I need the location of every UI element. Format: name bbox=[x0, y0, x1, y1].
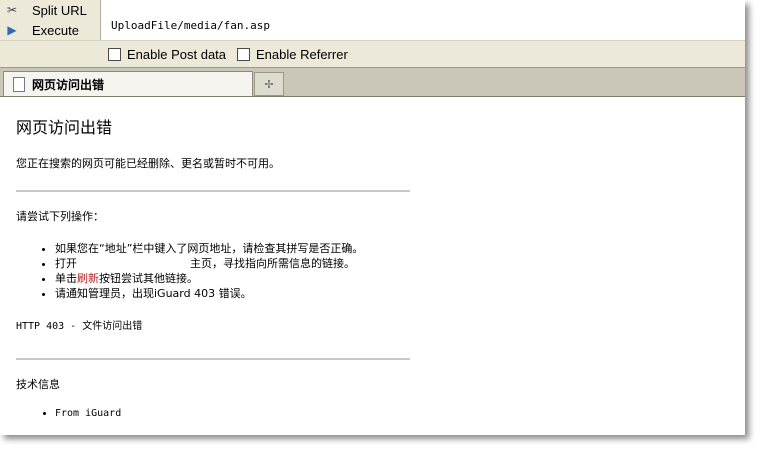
list-item: 单击刷新按钮尝试其他链接。 bbox=[55, 271, 736, 286]
split-url-button[interactable]: ✂ Split URL bbox=[0, 0, 87, 20]
enable-referrer-checkbox[interactable]: Enable Referrer bbox=[237, 47, 348, 62]
list-item: 打开 主页，寻找指向所需信息的链接。 bbox=[55, 256, 736, 271]
try-heading: 请尝试下列操作： bbox=[16, 210, 104, 223]
http-error-text: HTTP 403 - 文件访问出错 bbox=[16, 321, 143, 332]
divider bbox=[16, 190, 410, 192]
intro-text: 您正在搜索的网页可能已经删除、更名或暂时不可用。 bbox=[16, 157, 280, 170]
item2-suffix: 主页，寻找指向所需信息的链接。 bbox=[190, 257, 355, 270]
scissors-icon: ✂ bbox=[6, 3, 18, 17]
new-tab-icon: ✢ bbox=[264, 77, 274, 91]
browser-window: ✂ Split URL ▶ Execute UploadFile/media/f… bbox=[0, 0, 745, 435]
tech-heading: 技术信息 bbox=[16, 378, 60, 391]
execute-button[interactable]: ▶ Execute bbox=[0, 20, 79, 40]
hackbar-options: Enable Post data Enable Referrer bbox=[0, 40, 745, 67]
suggestion-list: 如果您在“地址”栏中键入了网页地址，请检查其拼写是否正确。 打开 主页，寻找指向所… bbox=[16, 241, 736, 301]
url-textarea[interactable]: UploadFile/media/fan.asp bbox=[100, 0, 745, 40]
hackbar-toolbar: ✂ Split URL ▶ Execute UploadFile/media/f… bbox=[0, 0, 745, 40]
divider bbox=[16, 358, 410, 360]
list-item: 如果您在“地址”栏中键入了网页地址，请检查其拼写是否正确。 bbox=[55, 241, 736, 256]
split-url-label: Split URL bbox=[32, 2, 87, 18]
play-icon: ▶ bbox=[7, 23, 17, 37]
tab-title: 网页访问出错 bbox=[32, 77, 105, 92]
list-item: From iGuard bbox=[55, 408, 736, 419]
enable-referrer-label: Enable Referrer bbox=[256, 47, 348, 62]
execute-label: Execute bbox=[32, 22, 79, 38]
checkbox-box[interactable] bbox=[237, 48, 250, 61]
tech-list: From iGuard bbox=[16, 408, 736, 419]
refresh-link[interactable]: 刷新 bbox=[77, 272, 99, 285]
new-tab-button[interactable]: ✢ bbox=[254, 72, 284, 96]
enable-post-checkbox[interactable]: Enable Post data bbox=[108, 47, 226, 62]
list-item: 请通知管理员，出现iGuard 403 错误。 bbox=[55, 286, 736, 301]
tab-strip: 网页访问出错 ✢ bbox=[0, 67, 745, 97]
url-value: UploadFile/media/fan.asp bbox=[111, 19, 270, 32]
tab-active[interactable]: 网页访问出错 bbox=[3, 71, 253, 96]
item2-prefix: 打开 bbox=[55, 257, 77, 270]
checkbox-box[interactable] bbox=[108, 48, 121, 61]
enable-post-label: Enable Post data bbox=[127, 47, 227, 62]
page-icon bbox=[13, 76, 25, 92]
page-content: 网页访问出错 您正在搜索的网页可能已经删除、更名或暂时不可用。 请尝试下列操作：… bbox=[16, 96, 736, 419]
item3-prefix: 单击 bbox=[55, 272, 77, 285]
item3-suffix: 按钮尝试其他链接。 bbox=[99, 272, 198, 285]
page-title: 网页访问出错 bbox=[16, 118, 113, 137]
